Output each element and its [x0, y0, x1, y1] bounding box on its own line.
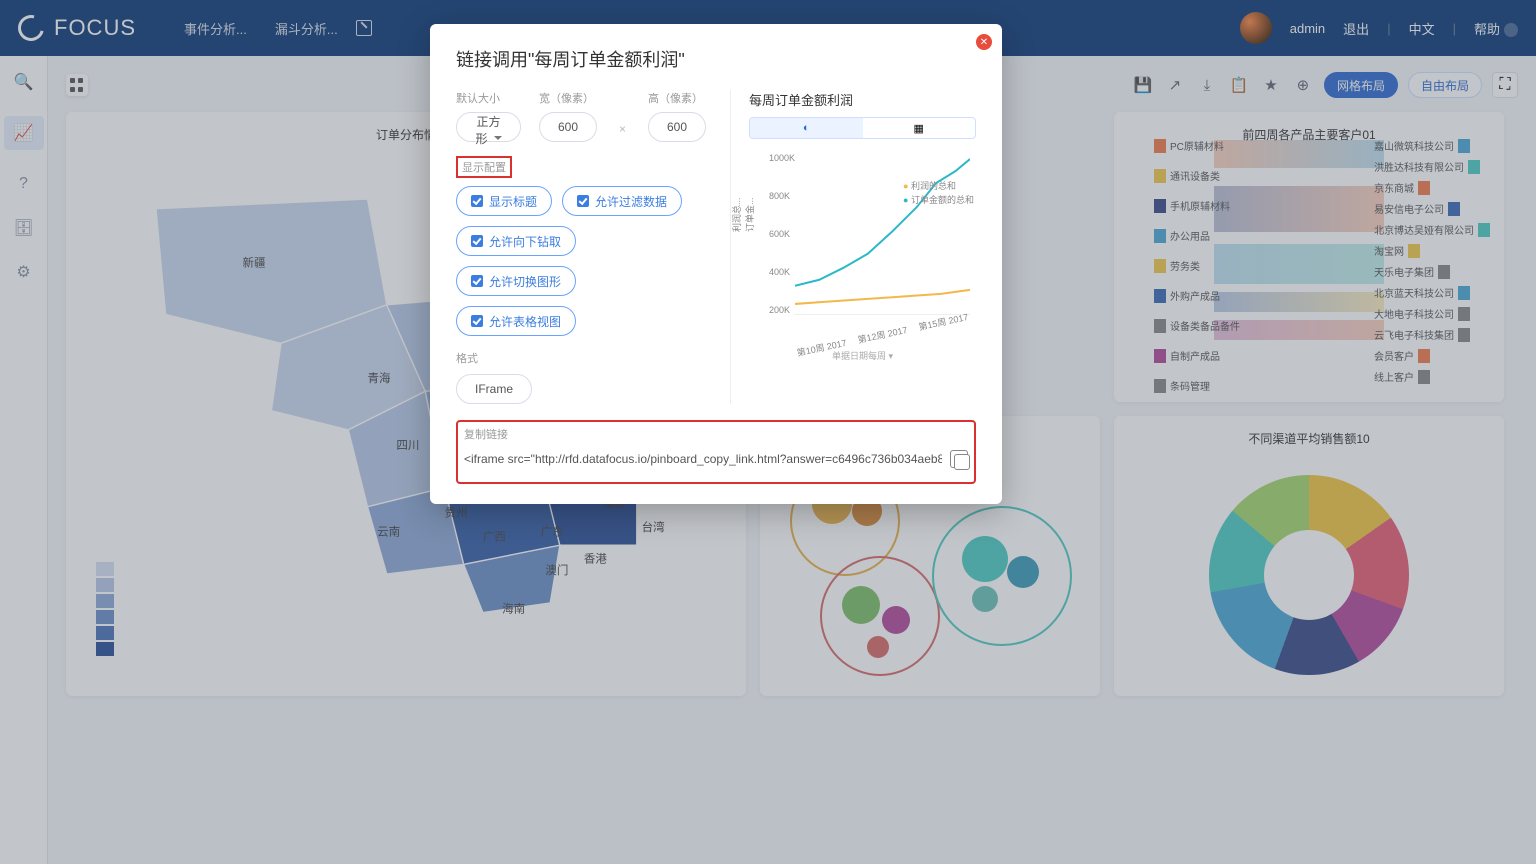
height-label: 高（像素）: [648, 90, 706, 106]
copy-link-input[interactable]: [464, 446, 942, 472]
display-config-label: 显示配置: [456, 156, 512, 178]
chart-view-button[interactable]: ◐: [750, 118, 863, 138]
copy-link-section: 复制链接: [456, 420, 976, 484]
check-显示标题[interactable]: 显示标题: [456, 186, 552, 216]
format-label: 格式: [456, 350, 706, 366]
default-size-label: 默认大小: [456, 90, 521, 106]
default-size-select[interactable]: 正方形: [456, 112, 521, 142]
preview-title: 每周订单金额利润: [749, 90, 976, 109]
checkbox-icon: [577, 195, 589, 207]
preview-x-label: 单据日期每周 ▾: [749, 349, 976, 362]
check-允许表格视图[interactable]: 允许表格视图: [456, 306, 576, 336]
checkbox-icon: [471, 315, 483, 327]
check-允许切换图形[interactable]: 允许切换图形: [456, 266, 576, 296]
copy-icon[interactable]: [950, 450, 968, 468]
width-label: 宽（像素）: [539, 90, 597, 106]
link-embed-modal: ✕ 链接调用"每周订单金额利润" 默认大小 正方形 宽（像素） × 高（像素） …: [430, 24, 1002, 504]
check-允许过滤数据[interactable]: 允许过滤数据: [562, 186, 682, 216]
checkbox-icon: [471, 235, 483, 247]
close-icon[interactable]: ✕: [976, 34, 992, 50]
check-允许向下钻取[interactable]: 允许向下钻取: [456, 226, 576, 256]
checkbox-icon: [471, 195, 483, 207]
preview-chart: 1000K800K600K400K200K 利润总...订单金... ● 利润的…: [749, 149, 976, 349]
preview-view-toggle: ◐ ▦: [749, 117, 976, 139]
copy-link-label: 复制链接: [464, 426, 968, 442]
table-view-button[interactable]: ▦: [863, 118, 976, 138]
format-button[interactable]: IFrame: [456, 374, 532, 404]
preview-legend: ● 利润的总和 ● 订单金额的总和: [903, 179, 974, 207]
width-input[interactable]: [539, 112, 597, 142]
modal-title: 链接调用"每周订单金额利润": [456, 46, 976, 72]
checkbox-icon: [471, 275, 483, 287]
height-input[interactable]: [648, 112, 706, 142]
